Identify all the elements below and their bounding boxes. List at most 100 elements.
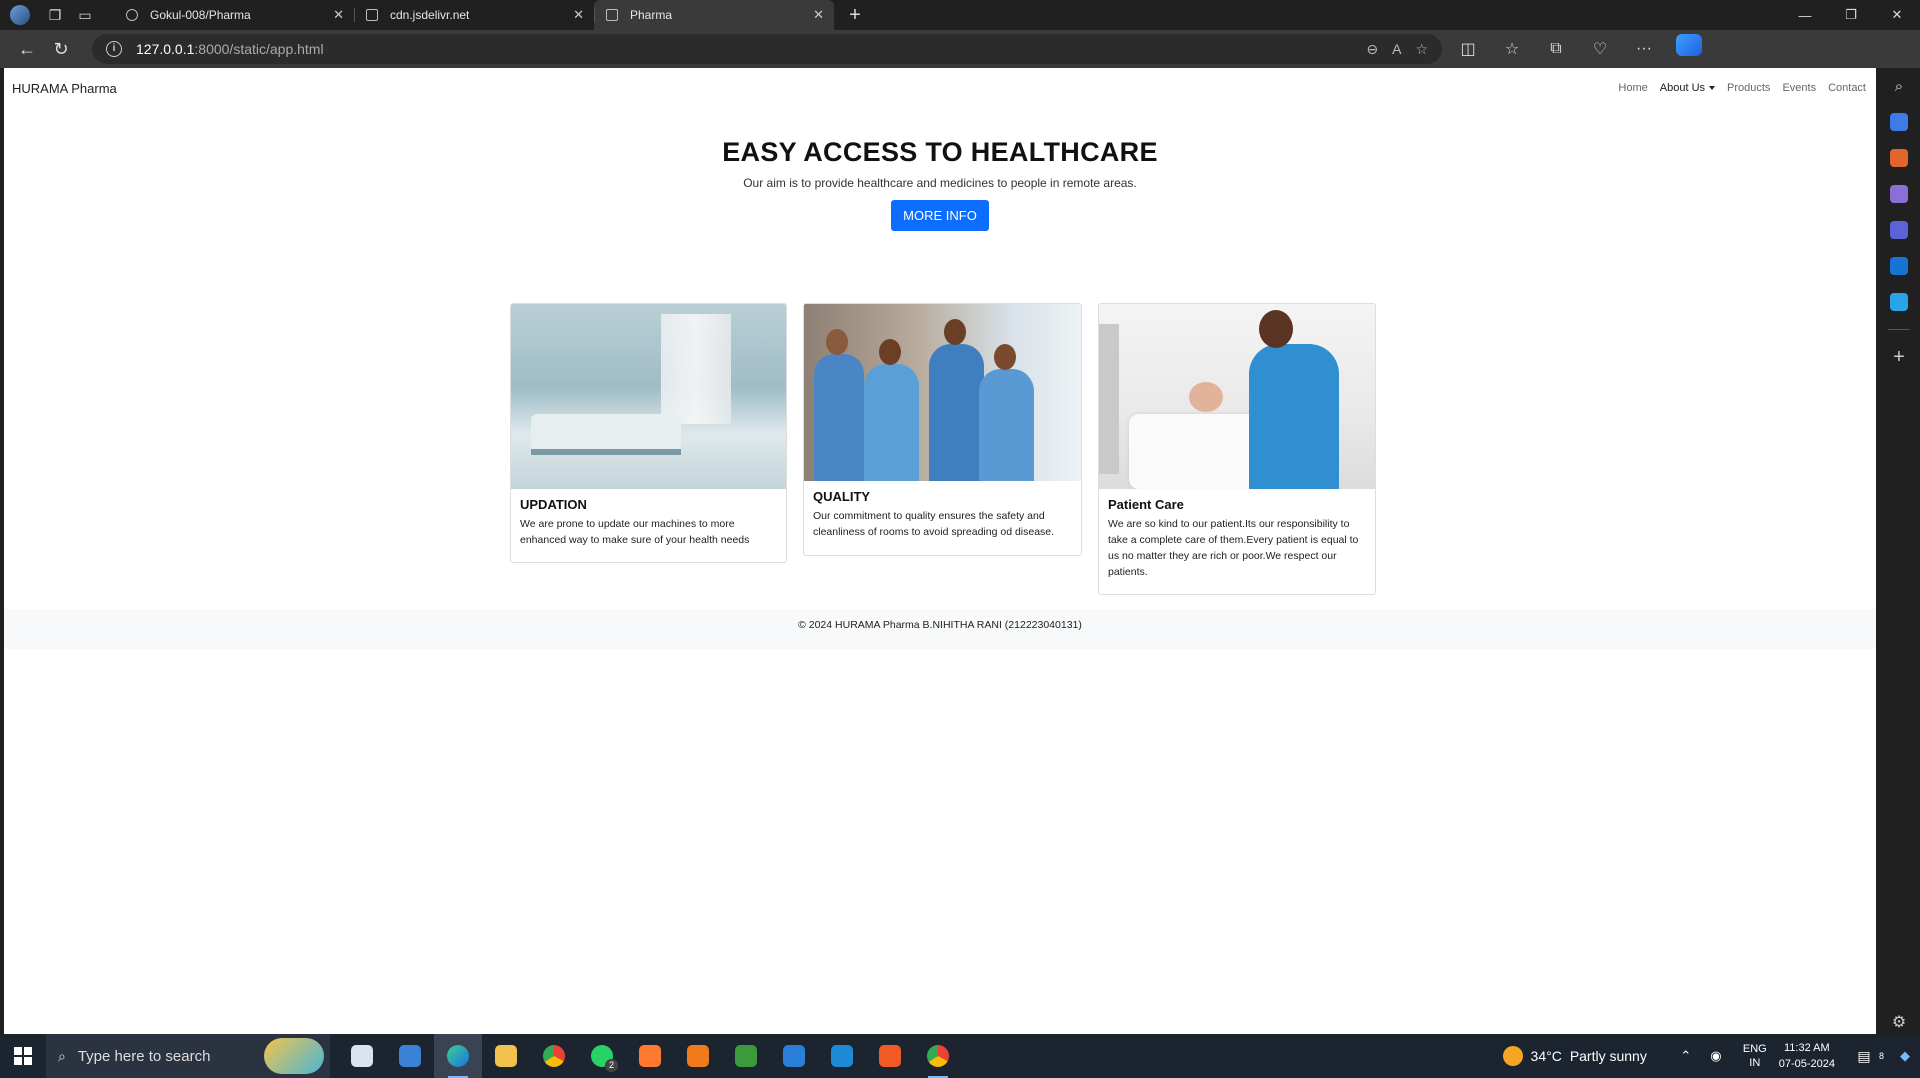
node-icon [735,1045,757,1067]
add-icon[interactable]: + [1893,347,1905,367]
taskbar-app-edge[interactable] [434,1034,482,1078]
taskbar-app-whatsapp[interactable]: 2 [578,1034,626,1078]
taskbar-apps: 2 [338,1034,962,1078]
taskbar-app-vscode[interactable] [818,1034,866,1078]
weather-desc: Partly sunny [1569,1048,1647,1064]
notification-count: 8 [1878,1051,1884,1061]
invision-icon [639,1045,661,1067]
settings-icon[interactable]: ⚙ [1892,1012,1906,1032]
card-title: Patient Care [1108,497,1184,512]
brand-link[interactable]: HURAMA Pharma [12,81,117,96]
nav-home[interactable]: Home [1618,82,1647,94]
card-title: UPDATION [520,497,587,512]
taskbar-app-brave[interactable] [866,1034,914,1078]
taskbar-app-explorer[interactable] [482,1034,530,1078]
hero-subtitle: Our aim is to provide healthcare and med… [743,176,1137,190]
more-info-button[interactable]: MORE INFO [891,200,989,231]
taskbar-app-node[interactable] [722,1034,770,1078]
tab-github[interactable]: Gokul-008/Pharma ✕ [114,0,354,30]
site-info-icon[interactable]: i [106,41,122,57]
close-icon[interactable]: ✕ [813,7,824,23]
taskbar-app-chrome[interactable] [530,1034,578,1078]
nav-links: Home About Us Products Events Contact [1618,82,1866,94]
taskbar-app-chrome-2[interactable] [914,1034,962,1078]
address-toolbar: ← ↻ i 127.0.0.1:8000/static/app.html ⊖ A… [0,30,1920,68]
read-aloud-icon[interactable]: A [1392,41,1401,58]
vscode-icon [831,1045,853,1067]
card-text: We are prone to update our machines to m… [520,518,750,546]
browser-essentials-icon[interactable]: ♡ [1582,34,1618,64]
lang-code: ENG [1742,1043,1767,1055]
window-controls: — ❐ ✕ [1782,0,1920,30]
clock-date: 07-05-2024 [1778,1058,1835,1070]
windows-logo-icon [14,1047,32,1065]
nav-contact[interactable]: Contact [1828,82,1866,94]
taskbar-search[interactable]: ⌕ Type here to search [46,1034,330,1078]
tab-title: cdn.jsdelivr.net [390,8,470,22]
hero-title: EASY ACCESS TO HEALTHCARE [722,137,1158,167]
zoom-icon[interactable]: ⊖ [1366,41,1378,58]
clock[interactable]: 11:32 AM 07-05-2024 [1779,1040,1835,1072]
windows-taskbar: ⌕ Type here to search 2 34°C Partly sunn… [0,1034,1920,1078]
card-updation: UPDATION We are prone to update our mach… [510,303,787,563]
nav-events[interactable]: Events [1782,82,1816,94]
restore-icon[interactable]: ❐ [1828,0,1874,30]
close-icon[interactable]: ✕ [333,7,344,23]
games-icon[interactable] [1890,185,1908,203]
network-icon[interactable]: ◉ [1701,1048,1731,1064]
collections-icon[interactable]: ⧉ [1538,34,1574,64]
edge-sidebar: ⌕ + ⚙ [1878,68,1920,1034]
page-favicon-icon [366,9,378,21]
send-icon[interactable] [1890,293,1908,311]
close-icon[interactable]: ✕ [573,7,584,23]
copilot-icon[interactable] [1676,34,1702,56]
tab-actions-icon[interactable]: ▭ [70,0,100,30]
split-screen-icon[interactable]: ◫ [1450,34,1486,64]
nurse-patient-image [1099,304,1375,489]
clock-time: 11:32 AM [1784,1042,1830,1054]
whatsapp-badge: 2 [605,1059,618,1072]
favorites-icon[interactable]: ☆ [1494,34,1530,64]
profile-avatar[interactable] [10,5,30,25]
outlook-icon[interactable] [1890,257,1908,275]
search-icon[interactable]: ⌕ [1895,78,1903,95]
brave-icon [879,1045,901,1067]
nav-about-dropdown[interactable]: About Us [1660,82,1716,94]
refresh-icon[interactable]: ↻ [44,34,78,64]
tab-pharma[interactable]: Pharma ✕ [594,0,834,30]
start-button[interactable] [0,1034,46,1078]
shopping-icon[interactable] [1890,113,1908,131]
copilot-taskbar-icon[interactable]: ◆ [1890,1048,1920,1064]
card-text: Our commitment to quality ensures the sa… [813,510,1055,538]
favorite-star-icon[interactable]: ☆ [1415,41,1428,58]
copilot-app-icon[interactable] [1890,221,1908,239]
page-viewport: HURAMA Pharma Home About Us Products Eve… [4,68,1876,1034]
taskbar-app-invision[interactable] [626,1034,674,1078]
back-icon[interactable]: ← [10,34,44,64]
weather-widget[interactable]: 34°C Partly sunny [1502,1046,1647,1066]
more-menu-icon[interactable]: ··· [1626,34,1662,64]
url-text: 127.0.0.1:8000/static/app.html [136,41,324,57]
minimize-icon[interactable]: — [1782,0,1828,30]
tools-icon[interactable] [1890,149,1908,167]
taskbar-app-mail[interactable] [770,1034,818,1078]
mail-icon [783,1045,805,1067]
taskbar-app-files[interactable] [338,1034,386,1078]
tab-cdn[interactable]: cdn.jsdelivr.net ✕ [354,0,594,30]
taskbar-app-store[interactable] [386,1034,434,1078]
workspaces-icon[interactable]: ❐ [40,0,70,30]
taskbar-app-fl[interactable] [674,1034,722,1078]
notifications-icon[interactable]: ▤ [1849,1048,1879,1065]
new-tab-button[interactable]: + [840,0,870,30]
language-indicator[interactable]: ENG IN [1743,1042,1767,1070]
card-text: We are so kind to our patient.Its our re… [1108,518,1359,578]
card-patient-care: Patient Care We are so kind to our patie… [1098,303,1376,595]
nav-products[interactable]: Products [1727,82,1770,94]
file-icon [351,1045,373,1067]
edge-icon [447,1045,469,1067]
close-window-icon[interactable]: ✕ [1874,0,1920,30]
hero-section: EASY ACCESS TO HEALTHCARE Our aim is to … [4,108,1876,231]
chevron-up-icon[interactable]: ⌃ [1671,1048,1701,1064]
card-title: QUALITY [813,489,871,504]
address-bar[interactable]: i 127.0.0.1:8000/static/app.html ⊖ A ☆ [92,34,1442,64]
